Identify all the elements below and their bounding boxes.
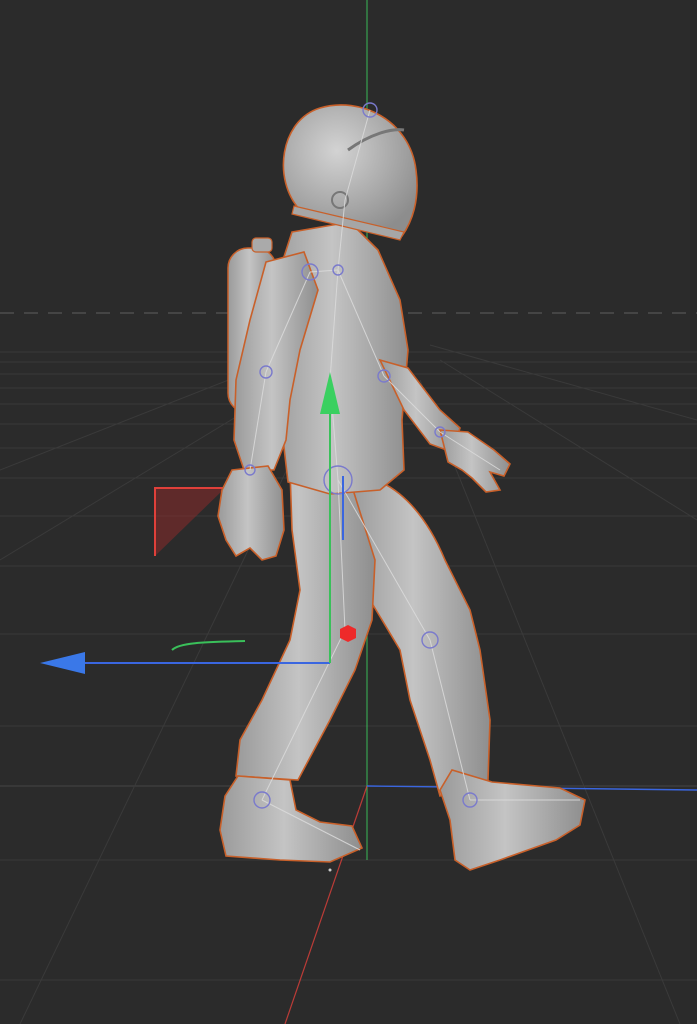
xy-plane-handle[interactable] bbox=[154, 487, 225, 556]
astronaut-model[interactable] bbox=[217, 104, 586, 871]
gizmo-rotation-arc[interactable] bbox=[171, 640, 246, 651]
helmet bbox=[282, 104, 418, 241]
leg-right bbox=[349, 477, 586, 871]
3d-viewport[interactable] bbox=[0, 0, 697, 1024]
origin-dot bbox=[328, 868, 332, 872]
gizmo-z-arrow[interactable] bbox=[40, 652, 85, 674]
viewport-canvas[interactable] bbox=[0, 0, 697, 1024]
